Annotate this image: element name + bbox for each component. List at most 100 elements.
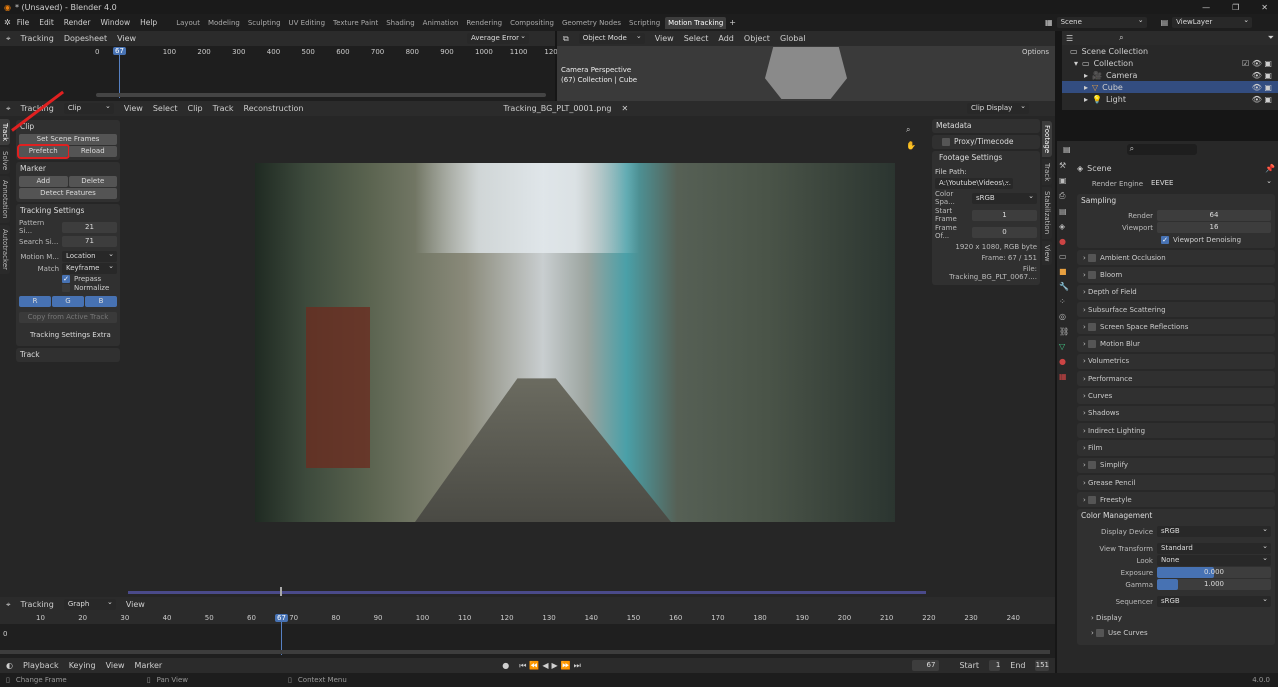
sidebar-tab-solve[interactable]: Solve bbox=[0, 147, 10, 175]
gamma-slider[interactable]: 1.000 bbox=[1157, 579, 1271, 591]
dopesheet-mode[interactable]: Tracking bbox=[21, 34, 54, 43]
graph-view-menu[interactable]: View bbox=[126, 600, 145, 609]
search-size-field[interactable]: 71 bbox=[62, 236, 117, 247]
proxy-checkbox[interactable] bbox=[942, 138, 950, 146]
menu-file[interactable]: File bbox=[17, 18, 30, 27]
scene-collection-label[interactable]: Scene Collection bbox=[1082, 47, 1149, 56]
material-tab-icon[interactable]: ● bbox=[1059, 357, 1073, 366]
end-frame-field[interactable]: 151 bbox=[1035, 660, 1049, 671]
workspace-tab-animation[interactable]: Animation bbox=[420, 17, 462, 29]
sidebar-tab-autotracker[interactable]: Autotracker bbox=[0, 224, 10, 274]
normalize-checkbox[interactable] bbox=[62, 284, 70, 292]
maximize-button[interactable]: ❐ bbox=[1232, 3, 1239, 12]
modifier-tab-icon[interactable]: 🔧 bbox=[1059, 282, 1073, 291]
scene-selector[interactable]: Scene bbox=[1056, 15, 1147, 28]
physics-tab-icon[interactable]: ◎ bbox=[1059, 312, 1073, 321]
menu-edit[interactable]: Edit bbox=[39, 18, 54, 27]
color-management-panel[interactable]: Color Management bbox=[1077, 509, 1275, 523]
sort-method-select[interactable]: Average Error bbox=[467, 31, 529, 44]
clip-display-select[interactable]: Clip Display bbox=[967, 101, 1029, 114]
view-menu[interactable]: View bbox=[117, 34, 136, 43]
workspace-tab-motion-tracking[interactable]: Motion Tracking bbox=[665, 16, 727, 29]
use-curves-checkbox[interactable] bbox=[1096, 629, 1105, 638]
start-frame-field[interactable]: 1 bbox=[972, 209, 1037, 221]
add-workspace-button[interactable]: + bbox=[729, 18, 736, 27]
delete-marker-button[interactable]: Delete bbox=[68, 176, 117, 187]
properties-panel-bloom[interactable]: › Bloom bbox=[1077, 267, 1275, 283]
tool-tab-icon[interactable]: ⚒ bbox=[1059, 161, 1073, 170]
clip-view-select[interactable]: Clip bbox=[63, 101, 114, 114]
render-samples-field[interactable]: 64 bbox=[1157, 210, 1271, 221]
scene-icon[interactable]: ▦ bbox=[1045, 18, 1053, 27]
expand-icon[interactable]: ▸ bbox=[1084, 95, 1088, 104]
timeline-editor-icon[interactable]: ◐ bbox=[6, 661, 13, 670]
collection-label[interactable]: Collection bbox=[1094, 59, 1134, 68]
clip-menu-track[interactable]: Track bbox=[213, 104, 234, 113]
reload-button[interactable]: Reload bbox=[68, 146, 117, 157]
properties-panel-shadows[interactable]: › Shadows bbox=[1077, 405, 1275, 421]
zoom-icon[interactable]: ⌕ bbox=[906, 125, 910, 135]
outliner-item-label[interactable]: Cube bbox=[1102, 83, 1123, 92]
color-space-select[interactable]: sRGB bbox=[972, 191, 1037, 204]
menu-render[interactable]: Render bbox=[64, 18, 91, 27]
workspace-tab-texture-paint[interactable]: Texture Paint bbox=[330, 17, 381, 29]
use-curves-subpanel[interactable]: Use Curves bbox=[1108, 629, 1148, 637]
set-scene-frames-button[interactable]: Set Scene Frames bbox=[19, 134, 117, 145]
display-subpanel[interactable]: Display bbox=[1096, 614, 1122, 622]
visibility-icon[interactable]: 👁 ▣ bbox=[1252, 83, 1278, 92]
constraints-tab-icon[interactable]: ⛓ bbox=[1059, 327, 1073, 336]
dopesheet-scrollbar[interactable] bbox=[96, 93, 546, 97]
sidebar-tab-stabilization[interactable]: Stabilization bbox=[1042, 187, 1052, 239]
visibility-icon[interactable]: 👁 ▣ bbox=[1252, 71, 1278, 80]
outliner-item-cube[interactable]: ▸ ▽ Cube 👁 ▣ bbox=[1062, 81, 1278, 93]
view-transform-select[interactable]: Standard bbox=[1157, 541, 1271, 555]
tracking-settings-title[interactable]: Tracking Settings bbox=[16, 204, 120, 218]
properties-panel-freestyle[interactable]: › Freestyle bbox=[1077, 492, 1275, 508]
editor-type-icon[interactable]: ▤ bbox=[1063, 145, 1071, 154]
outliner-item-label[interactable]: Light bbox=[1106, 95, 1126, 104]
properties-panel-ambient-occlusion[interactable]: › Ambient Occlusion bbox=[1077, 250, 1275, 266]
clip-menu-select[interactable]: Select bbox=[153, 104, 178, 113]
playhead[interactable] bbox=[119, 48, 120, 98]
expand-icon[interactable]: ▸ bbox=[1084, 71, 1088, 80]
track-panel-title[interactable]: Track bbox=[16, 348, 120, 362]
object-mode-select[interactable]: Object Mode bbox=[578, 31, 645, 44]
scrubber-handle[interactable] bbox=[280, 587, 282, 596]
section-enable-checkbox[interactable] bbox=[1088, 253, 1097, 262]
editor-type-icon[interactable]: ⌖ bbox=[6, 104, 11, 114]
properties-panel-grease-pencil[interactable]: › Grease Pencil bbox=[1077, 474, 1275, 491]
prepass-checkbox[interactable]: ✓ bbox=[62, 275, 70, 283]
collection-tab-icon[interactable]: ▭ bbox=[1059, 252, 1073, 261]
menu-help[interactable]: Help bbox=[140, 18, 157, 27]
add-marker-button[interactable]: Add bbox=[19, 176, 68, 187]
properties-panel-indirect-lighting[interactable]: › Indirect Lighting bbox=[1077, 422, 1275, 439]
3d-viewport[interactable]: ⧉ Object Mode View Select Add Object Global… bbox=[557, 31, 1055, 101]
clip-menu-clip[interactable]: Clip bbox=[188, 104, 203, 113]
look-select[interactable]: None bbox=[1157, 553, 1271, 567]
properties-panel-motion-blur[interactable]: › Motion Blur bbox=[1077, 336, 1275, 352]
properties-panel-depth-of-field[interactable]: › Depth of Field bbox=[1077, 284, 1275, 300]
editor-type-icon[interactable]: ⌖ bbox=[6, 34, 11, 44]
exposure-slider[interactable]: 0.000 bbox=[1157, 567, 1271, 579]
channel-b-toggle[interactable]: B bbox=[85, 296, 117, 307]
viewport-menu-view[interactable]: View bbox=[655, 34, 674, 43]
view-layer-tab-icon[interactable]: ▤ bbox=[1059, 207, 1073, 216]
current-frame-field[interactable]: 67 bbox=[911, 660, 940, 671]
proxy-panel[interactable]: Proxy/Timecode bbox=[954, 135, 1014, 149]
filter-icon[interactable]: ⏷ bbox=[1268, 33, 1274, 43]
display-device-select[interactable]: sRGB bbox=[1157, 524, 1271, 538]
close-button[interactable]: ✕ bbox=[1261, 3, 1268, 12]
section-enable-checkbox[interactable] bbox=[1088, 495, 1097, 504]
clip-name-field[interactable]: Tracking_BG_PLT_0001.png bbox=[503, 104, 611, 113]
properties-panel-film[interactable]: › Film bbox=[1077, 440, 1275, 456]
clip-frame-image[interactable] bbox=[255, 163, 895, 522]
clip-panel-title[interactable]: Clip bbox=[16, 120, 120, 134]
tracking-settings-extra[interactable]: Tracking Settings Extra bbox=[16, 328, 120, 342]
section-enable-checkbox[interactable] bbox=[1088, 322, 1097, 331]
file-path-field[interactable]: A:\Youtube\Videos\... bbox=[935, 176, 1013, 189]
outliner-item-label[interactable]: Camera bbox=[1106, 71, 1137, 80]
workspace-tab-sculpting[interactable]: Sculpting bbox=[245, 17, 284, 29]
viewport-menu-object[interactable]: Object bbox=[744, 34, 770, 43]
workspace-tab-uv-editing[interactable]: UV Editing bbox=[286, 17, 329, 29]
expand-icon[interactable]: ▸ bbox=[1084, 83, 1088, 92]
